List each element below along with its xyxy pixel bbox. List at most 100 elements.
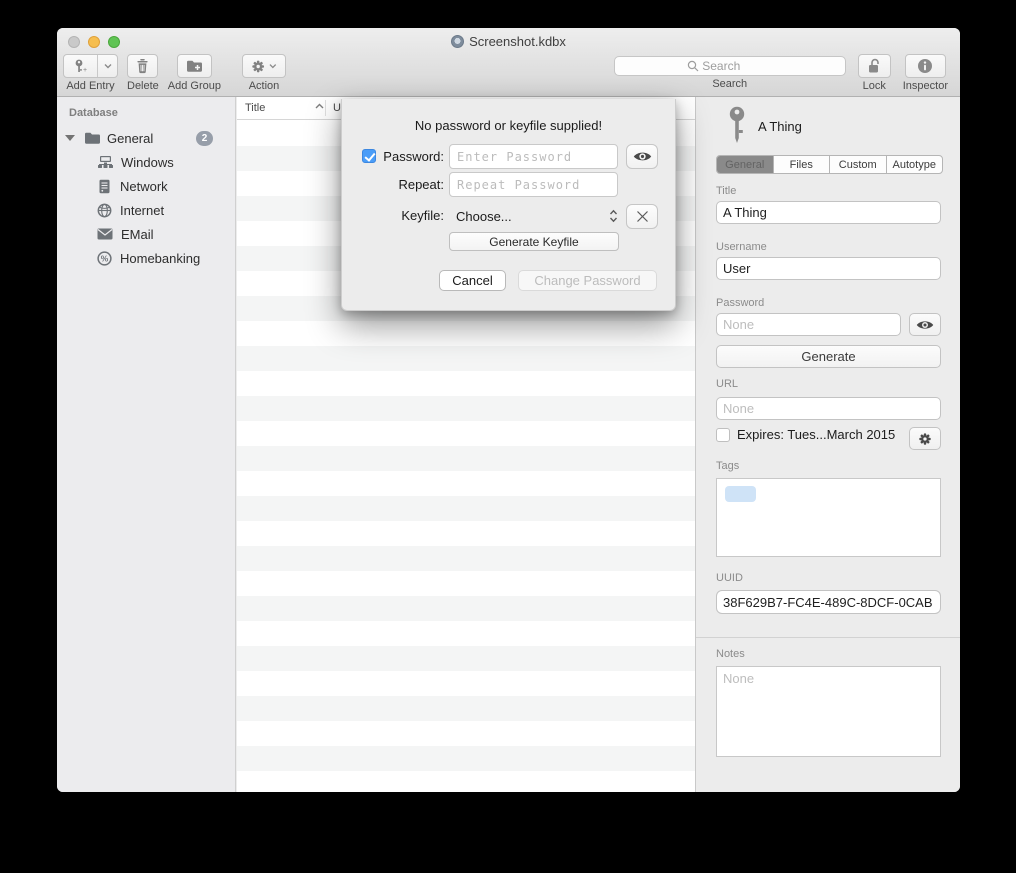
cancel-button[interactable]: Cancel	[439, 270, 506, 291]
sidebar-item-label: Windows	[121, 155, 174, 170]
close-button[interactable]	[68, 36, 80, 48]
title-field-label: Title	[716, 185, 736, 197]
svg-text:%: %	[101, 253, 109, 263]
sidebar-item-network[interactable]: Network	[57, 174, 235, 198]
search-label: Search	[712, 78, 747, 90]
tag-pill	[725, 486, 756, 502]
minimize-button[interactable]	[88, 36, 100, 48]
notes-field-label: Notes	[716, 648, 745, 660]
search-control: Search	[614, 54, 846, 92]
url-field-label: URL	[716, 378, 738, 390]
close-x-icon	[636, 210, 649, 223]
popup-stepper-icon	[609, 209, 618, 223]
expires-settings-button[interactable]	[909, 427, 941, 450]
svg-text:+: +	[83, 67, 87, 74]
search-field[interactable]	[702, 59, 772, 73]
info-icon	[917, 58, 933, 74]
sidebar-item-internet[interactable]: Internet	[57, 198, 235, 222]
tags-field-label: Tags	[716, 460, 739, 472]
repeat-label: Repeat:	[372, 177, 444, 192]
folder-icon	[84, 131, 101, 145]
tags-input-area[interactable]	[716, 478, 941, 557]
tab-custom[interactable]: Custom	[830, 156, 887, 173]
show-password-button[interactable]	[909, 313, 941, 336]
sort-ascending-icon	[315, 103, 324, 110]
change-password-button[interactable]: Change Password	[518, 270, 657, 291]
lock-button[interactable]: Lock	[858, 54, 891, 92]
generate-password-button[interactable]: Generate	[716, 345, 941, 368]
sidebar-item-email[interactable]: EMail	[57, 222, 235, 246]
sidebar-item-homebanking[interactable]: % Homebanking	[57, 246, 235, 270]
keyfile-popup-value: Choose...	[456, 209, 609, 224]
expires-row: Expires: Tues...March 2015	[716, 427, 895, 442]
globe-icon	[97, 203, 112, 218]
show-password-button[interactable]	[626, 144, 658, 169]
sidebar-item-general[interactable]: General 2	[57, 126, 235, 150]
window-chrome: Screenshot.kdbx + Add Entry	[57, 28, 960, 97]
repeat-input[interactable]	[449, 172, 618, 197]
username-field-label: Username	[716, 241, 767, 253]
title-field[interactable]	[716, 201, 941, 224]
keyfile-label: Keyfile:	[372, 208, 444, 223]
add-entry-dropdown[interactable]	[98, 55, 117, 77]
tab-autotype[interactable]: Autotype	[887, 156, 943, 173]
keyfile-popup[interactable]: Choose...	[449, 204, 618, 228]
url-field[interactable]	[716, 397, 941, 420]
delete-button[interactable]: Delete	[127, 54, 159, 92]
add-group-button[interactable]: Add Group	[168, 54, 221, 92]
tab-files[interactable]: Files	[774, 156, 831, 173]
add-entry-label: Add Entry	[66, 80, 114, 92]
expires-checkbox[interactable]	[716, 428, 730, 442]
action-button[interactable]: Action	[242, 54, 286, 92]
username-field[interactable]	[716, 257, 941, 280]
entry-title: A Thing	[758, 119, 802, 134]
sidebar-item-label: Internet	[120, 203, 164, 218]
sidebar-item-windows[interactable]: Windows	[57, 150, 235, 174]
password-field-label: Password	[716, 297, 764, 309]
titlebar[interactable]: Screenshot.kdbx	[57, 28, 960, 54]
add-group-label: Add Group	[168, 80, 221, 92]
clear-keyfile-button[interactable]	[626, 204, 658, 229]
sidebar-item-label: EMail	[121, 227, 154, 242]
eye-icon	[916, 319, 934, 331]
change-password-dialog: No password or keyfile supplied! Passwor…	[341, 99, 676, 311]
column-header-title[interactable]: Title	[245, 102, 265, 114]
uuid-field[interactable]	[716, 590, 941, 614]
notes-field[interactable]	[716, 666, 941, 757]
document-proxy-icon	[451, 35, 464, 48]
expires-label: Expires: Tues...March 2015	[737, 427, 895, 442]
folder-plus-icon	[186, 59, 203, 73]
unlock-icon	[867, 58, 881, 74]
column-divider[interactable]	[325, 100, 326, 116]
disclosure-triangle-icon[interactable]	[65, 135, 75, 141]
sidebar-section-header: Database	[69, 107, 118, 119]
zoom-button[interactable]	[108, 36, 120, 48]
section-divider	[696, 637, 960, 638]
column-header-username[interactable]: U	[333, 102, 341, 114]
add-entry-button[interactable]: + Add Entry	[63, 54, 118, 92]
toolbar: + Add Entry Delete	[57, 54, 960, 96]
sidebar-item-label: General	[107, 131, 153, 146]
inspector-panel: A Thing General Files Custom Autotype Ti…	[695, 97, 960, 792]
uuid-field-label: UUID	[716, 572, 743, 584]
inspector-label: Inspector	[903, 80, 948, 92]
password-input[interactable]	[449, 144, 618, 169]
entry-count-badge: 2	[196, 131, 213, 146]
eye-icon	[633, 150, 652, 163]
tab-general[interactable]: General	[717, 156, 774, 173]
generate-keyfile-button[interactable]: Generate Keyfile	[449, 232, 619, 251]
trash-icon	[136, 58, 149, 74]
key-plus-icon: +	[64, 55, 98, 77]
action-label: Action	[249, 80, 280, 92]
inspector-button[interactable]: Inspector	[903, 54, 948, 92]
password-field[interactable]	[716, 313, 901, 336]
delete-label: Delete	[127, 80, 159, 92]
key-icon	[726, 106, 748, 144]
search-input[interactable]	[614, 56, 846, 76]
inspector-tabs: General Files Custom Autotype	[716, 155, 943, 174]
window-title: Screenshot.kdbx	[469, 34, 566, 49]
sidebar-item-label: Network	[120, 179, 168, 194]
sidebar-item-label: Homebanking	[120, 251, 200, 266]
percent-icon: %	[97, 251, 112, 266]
server-icon	[98, 179, 111, 194]
